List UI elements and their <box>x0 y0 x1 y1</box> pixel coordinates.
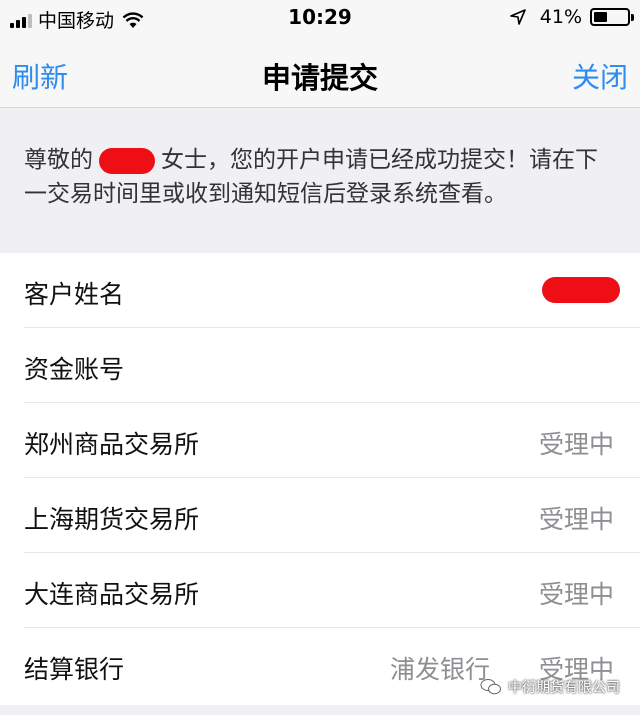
row-value: 受理中 <box>538 580 614 609</box>
list-item-zhengzhou-exchange: 郑州商品交易所 受理中 <box>24 403 640 478</box>
status-right: 41% <box>509 6 634 28</box>
battery-fill <box>594 12 608 22</box>
row-value: 受理中 <box>538 430 614 459</box>
row-label: 郑州商品交易所 <box>24 430 200 459</box>
list-item-dalian-exchange: 大连商品交易所 受理中 <box>24 553 640 628</box>
list-item-shanghai-exchange: 上海期货交易所 受理中 <box>24 478 640 553</box>
redacted-customer-name <box>542 277 620 303</box>
status-bar: 中国移动 10:29 41% <box>0 0 640 36</box>
close-button[interactable]: 关闭 <box>572 56 628 96</box>
row-label: 结算银行 <box>24 655 125 684</box>
battery-percent: 41% <box>539 6 582 28</box>
watermark: 中衍期货有限公司 <box>480 677 620 697</box>
success-message: 尊敬的 女士，您的开户申请已经成功提交！请在下一交易时间里或收到通知短信后登录系统… <box>0 109 640 253</box>
nav-bar: 刷新 申请提交 关闭 <box>0 36 640 108</box>
redacted-name <box>99 147 155 174</box>
bottom-strip <box>0 705 640 715</box>
bank-name: 浦发银行 <box>389 655 490 684</box>
row-value: 受理中 <box>538 505 614 534</box>
wechat-icon <box>480 679 501 695</box>
row-label: 大连商品交易所 <box>24 580 200 609</box>
page-title: 申请提交 <box>261 61 378 95</box>
account-status-list: 客户姓名 资金账号 郑州商品交易所 受理中 上海期货交易所 受理中 大连商品交易… <box>0 253 640 705</box>
row-label: 资金账号 <box>24 355 125 384</box>
battery-icon <box>590 8 634 26</box>
location-arrow-icon <box>509 9 526 25</box>
list-item-fund-account: 资金账号 <box>24 328 640 403</box>
list-item-customer-name: 客户姓名 <box>24 253 640 328</box>
row-label: 客户姓名 <box>24 280 125 309</box>
watermark-text: 中衍期货有限公司 <box>508 680 620 696</box>
row-label: 上海期货交易所 <box>24 505 200 534</box>
message-prefix: 尊敬的 <box>24 147 93 173</box>
